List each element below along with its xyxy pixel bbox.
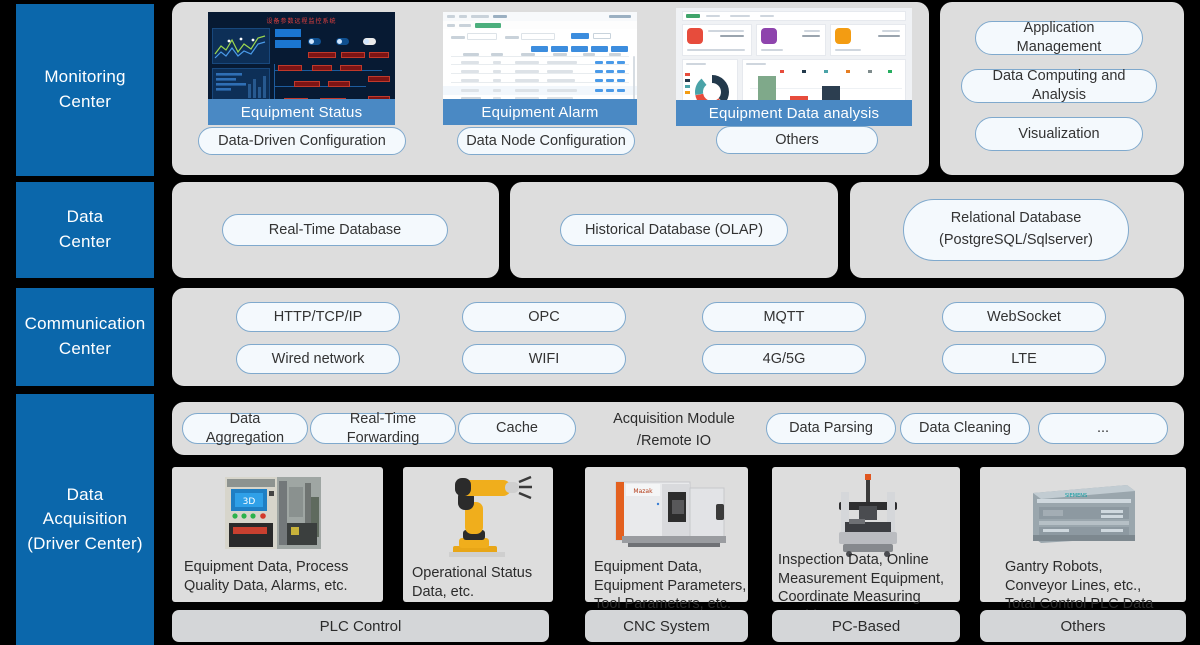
monitoring-pill-others[interactable]: Others [716, 126, 878, 154]
siemens-plc-photo: SIEMENS [1027, 477, 1139, 549]
svg-text:Mazak: Mazak [633, 488, 653, 495]
sidebar-item-data-center[interactable]: Data Center [16, 182, 154, 278]
cnc-machine-photo: Mazak [598, 474, 734, 556]
acquisition-module-label-line1: Acquisition Module [594, 409, 754, 431]
pill-http-tcp-ip[interactable]: HTTP/TCP/IP [236, 302, 400, 332]
monitoring-card-caption: Equipment Alarm [443, 99, 637, 125]
svg-text:SIEMENS: SIEMENS [1065, 493, 1087, 499]
pill-data-parsing[interactable]: Data Parsing [766, 413, 896, 444]
category-label-line3: (Driver Center) [27, 532, 142, 557]
category-label-line1: Data [27, 483, 142, 508]
sidebar-item-communication-center[interactable]: Communication Center [16, 288, 154, 386]
pill-historical-database[interactable]: Historical Database (OLAP) [560, 214, 788, 246]
monitoring-pill-data-driven-configuration[interactable]: Data-Driven Configuration [198, 127, 406, 155]
pill-line2: (PostgreSQL/Sqlserver) [939, 230, 1093, 252]
monitoring-pill-data-node-configuration[interactable]: Data Node Configuration [457, 127, 635, 155]
category-label-line2: Center [59, 230, 111, 255]
pill-real-time-forwarding[interactable]: Real-Time Forwarding [310, 413, 456, 444]
pill-application-management[interactable]: Application Management [975, 21, 1143, 55]
pill-cache[interactable]: Cache [458, 413, 576, 444]
pill-real-time-database[interactable]: Real-Time Database [222, 214, 448, 246]
equipment-card-text: Gantry Robots, Conveyor Lines, etc., Tot… [1005, 558, 1195, 614]
pill-4g-5g[interactable]: 4G/5G [702, 344, 866, 374]
control-cabinet-photo: 3D [225, 477, 321, 549]
equipment-footer-others[interactable]: Others [980, 610, 1186, 642]
pill-websocket[interactable]: WebSocket [942, 302, 1106, 332]
equipment-footer-cnc-system[interactable]: CNC System [585, 610, 748, 642]
dashboard-title: 设备参数远程监控系统 [208, 16, 395, 25]
monitoring-card-caption: Equipment Data analysis [676, 100, 912, 126]
monitoring-card-equipment-alarm[interactable]: Equipment Alarm [443, 12, 637, 125]
sidebar-item-data-acquisition[interactable]: Data Acquisition (Driver Center) [16, 394, 154, 645]
monitoring-card-equipment-status[interactable]: 设备参数远程监控系统 [208, 12, 395, 125]
sidebar-item-monitoring-center[interactable]: Monitoring Center [16, 4, 154, 176]
monitoring-card-caption: Equipment Status [208, 99, 395, 125]
category-label-line2: Acquisition [27, 507, 142, 532]
category-label-line2: Center [25, 337, 146, 362]
acquisition-module-label-line2: /Remote IO [594, 431, 754, 453]
pill-wired-network[interactable]: Wired network [236, 344, 400, 374]
pill-lte[interactable]: LTE [942, 344, 1106, 374]
category-label-line1: Data [59, 205, 111, 230]
pill-data-aggregation[interactable]: Data Aggregation [182, 413, 308, 444]
pill-mqtt[interactable]: MQTT [702, 302, 866, 332]
category-label-line2: Center [44, 90, 125, 115]
category-label-line1: Monitoring [44, 65, 125, 90]
equipment-card-text: Equipment Data, Process Quality Data, Al… [184, 558, 384, 595]
pill-wifi[interactable]: WIFI [462, 344, 626, 374]
pill-more[interactable]: ... [1038, 413, 1168, 444]
svg-text:3D: 3D [243, 497, 256, 507]
equipment-footer-plc-control[interactable]: PLC Control [172, 610, 549, 642]
equipment-card-text: Equipment Data, Equipment Parameters, To… [594, 558, 754, 614]
pill-visualization[interactable]: Visualization [975, 117, 1143, 151]
pill-data-computing-and-analysis[interactable]: Data Computing and Analysis [961, 69, 1157, 103]
monitoring-card-equipment-data-analysis[interactable]: Equipment Data analysis [676, 8, 912, 126]
equipment-card-text: Operational Status Data, etc. [412, 564, 552, 601]
pill-opc[interactable]: OPC [462, 302, 626, 332]
category-label-line1: Communication [25, 312, 146, 337]
acquisition-module-label: Acquisition Module /Remote IO [594, 409, 754, 453]
equipment-footer-pc-based[interactable]: PC-Based [772, 610, 960, 642]
pill-relational-database[interactable]: Relational Database (PostgreSQL/Sqlserve… [903, 199, 1129, 261]
cmm-machine-photo [825, 472, 911, 558]
robot-arm-photo [413, 472, 537, 560]
pill-data-cleaning[interactable]: Data Cleaning [900, 413, 1030, 444]
pill-line1: Relational Database [951, 208, 1082, 230]
